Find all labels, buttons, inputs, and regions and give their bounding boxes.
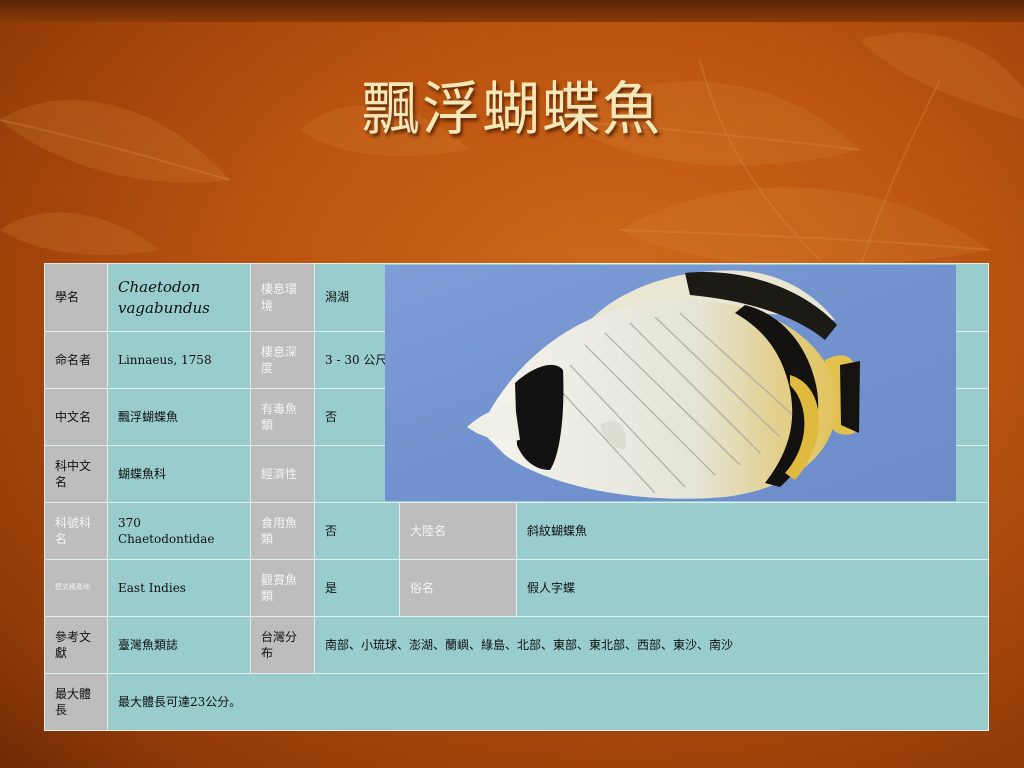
author-value: Linnaeus, 1758 xyxy=(107,331,251,390)
table-row: 模式種產地 East Indies 觀賞魚類 是 俗名 假人字蝶 xyxy=(44,559,990,617)
common-name-value: 假人字蝶 xyxy=(515,559,990,617)
distribution-label: 台灣分布 xyxy=(250,616,315,674)
ornamental-value: 是 xyxy=(314,559,400,617)
scientific-name-value: Chaetodon vagabundus xyxy=(107,262,251,333)
mainland-name-value: 斜紋蝴蝶魚 xyxy=(515,502,990,561)
scientific-name-label: 學名 xyxy=(44,262,108,333)
distribution-value: 南部、小琉球、澎湖、蘭嶼、綠島、北部、東部、東北部、西部、東沙、南沙 xyxy=(313,616,990,674)
family-no-value: 370 Chaetodontidae xyxy=(107,502,251,561)
type-locality-value: East Indies xyxy=(107,559,251,617)
table-row: 參考文獻 臺灣魚類誌 台灣分布 南部、小琉球、澎湖、蘭嶼、綠島、北部、東部、東北… xyxy=(44,616,990,674)
max-length-label: 最大體長 xyxy=(44,672,108,732)
max-length-value: 最大體長可達23公分。 xyxy=(106,672,990,732)
mainland-name-label: 大陸名 xyxy=(399,502,517,561)
venomous-label: 有毒魚類 xyxy=(250,388,315,447)
economic-label: 經濟性 xyxy=(250,445,315,504)
ornamental-label: 觀賞魚類 xyxy=(250,559,315,617)
edible-label: 食用魚類 xyxy=(250,502,315,561)
slide-title: 飄浮蝴蝶魚 xyxy=(361,75,662,143)
fish-photo xyxy=(385,265,956,501)
family-no-label: 科號科名 xyxy=(44,502,108,561)
table-row: 最大體長 最大體長可達23公分。 xyxy=(44,672,990,732)
reference-label: 參考文獻 xyxy=(44,616,108,674)
chinese-name-label: 中文名 xyxy=(44,388,108,447)
common-name-label: 俗名 xyxy=(399,559,517,617)
family-cn-value: 蝴蝶魚科 xyxy=(107,445,251,504)
table-row: 科號科名 370 Chaetodontidae 食用魚類 否 大陸名 斜紋蝴蝶魚 xyxy=(44,502,990,561)
author-label: 命名者 xyxy=(44,331,108,390)
edible-value: 否 xyxy=(314,502,400,561)
habitat-label: 棲息環境 xyxy=(250,262,315,333)
butterflyfish-illustration xyxy=(467,270,860,499)
depth-label: 棲息深度 xyxy=(250,331,315,390)
reference-value: 臺灣魚類誌 xyxy=(107,616,251,674)
family-cn-label: 科中文名 xyxy=(44,445,108,504)
type-locality-label: 模式種產地 xyxy=(44,559,108,617)
chinese-name-value: 飄浮蝴蝶魚 xyxy=(107,388,251,447)
